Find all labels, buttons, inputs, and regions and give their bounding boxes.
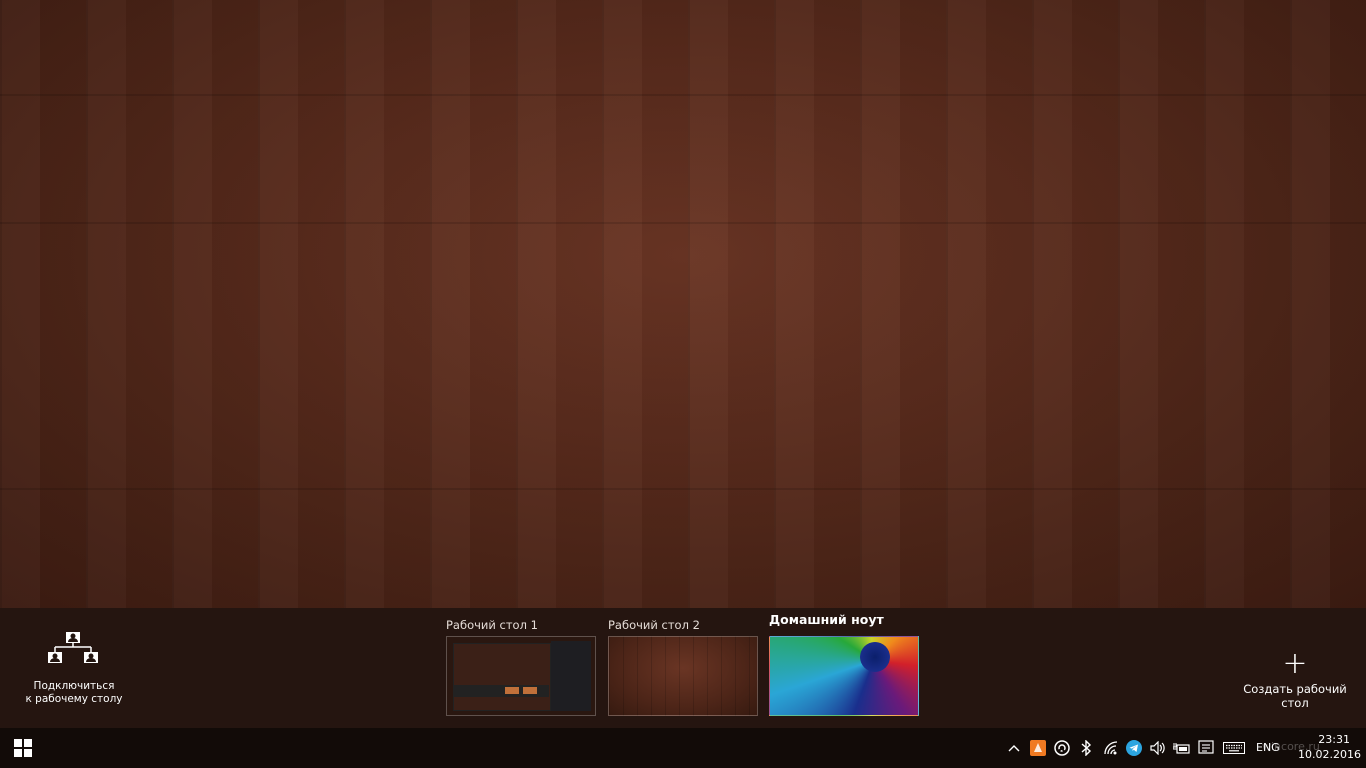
desktop-wallpaper [0,0,1366,608]
wifi-icon [1104,741,1118,755]
tray-power[interactable] [1173,738,1191,758]
virtual-desktop-3[interactable]: Домашний ноут [769,612,919,716]
window-preview [453,643,551,711]
connect-label-line1: Подключиться [33,680,115,692]
connect-label-line2: к рабочему столу [25,693,123,705]
tray-telegram[interactable] [1126,738,1142,758]
chevron-up-icon [1008,745,1020,752]
tray-app-orange[interactable] [1030,738,1046,758]
clock[interactable]: 23:31 10.02.2016 [1298,732,1361,762]
notes-icon [1198,740,1214,754]
clock-time: 23:31 [1318,733,1350,746]
tray-bluetooth[interactable] [1078,738,1094,758]
wood-seam [0,488,1366,490]
tray-touch-keyboard[interactable] [1222,738,1246,758]
volume-icon [1150,741,1165,755]
connect-label: Подключиться к рабочему столу [22,680,126,706]
window-preview-button [523,687,537,694]
sync-icon [1054,740,1070,756]
new-desktop-label: Создать рабочий стол [1243,682,1347,710]
bluetooth-icon [1081,740,1092,756]
telegram-icon [1126,740,1142,756]
desktop-title: Рабочий стол 1 [446,618,538,632]
taskbar: ENG wincore.ru 23:31 10.02.2016 [0,728,1366,768]
task-view-panel: Подключиться к рабочему столу Рабочий ст… [0,608,1366,728]
keyboard-icon [1223,742,1245,754]
virtual-desktop-2[interactable]: Рабочий стол 2 [608,618,758,716]
desktop-thumbnail[interactable] [608,636,758,716]
window-preview-panel [551,641,591,711]
show-hidden-icons-button[interactable] [1006,738,1022,758]
new-desktop-button[interactable]: + Создать рабочий стол [1232,646,1358,711]
tray-sync[interactable] [1054,738,1070,758]
tray-action-center[interactable] [1197,738,1215,758]
clock-date: 10.02.2016 [1298,748,1361,761]
desktop-thumbnail[interactable] [446,636,596,716]
power-icon [1173,743,1190,754]
desktop-title-active[interactable]: Домашний ноут [769,612,919,636]
windows-logo-icon [14,739,32,757]
tray-volume[interactable] [1149,738,1167,758]
network-icon [48,632,98,663]
start-button[interactable] [14,739,32,757]
desktop-title: Рабочий стол 2 [608,618,700,632]
wood-seam [0,94,1366,96]
wood-seam [0,222,1366,224]
plus-icon: + [1282,646,1308,681]
app-orange-icon [1030,740,1046,756]
desktop-thumbnail[interactable] [769,636,919,716]
window-preview-button [505,687,519,694]
virtual-desktop-1[interactable]: Рабочий стол 1 [446,618,596,716]
connect-to-desktop-button[interactable]: Подключиться к рабочему столу [22,630,126,720]
tray-wifi[interactable] [1102,738,1120,758]
